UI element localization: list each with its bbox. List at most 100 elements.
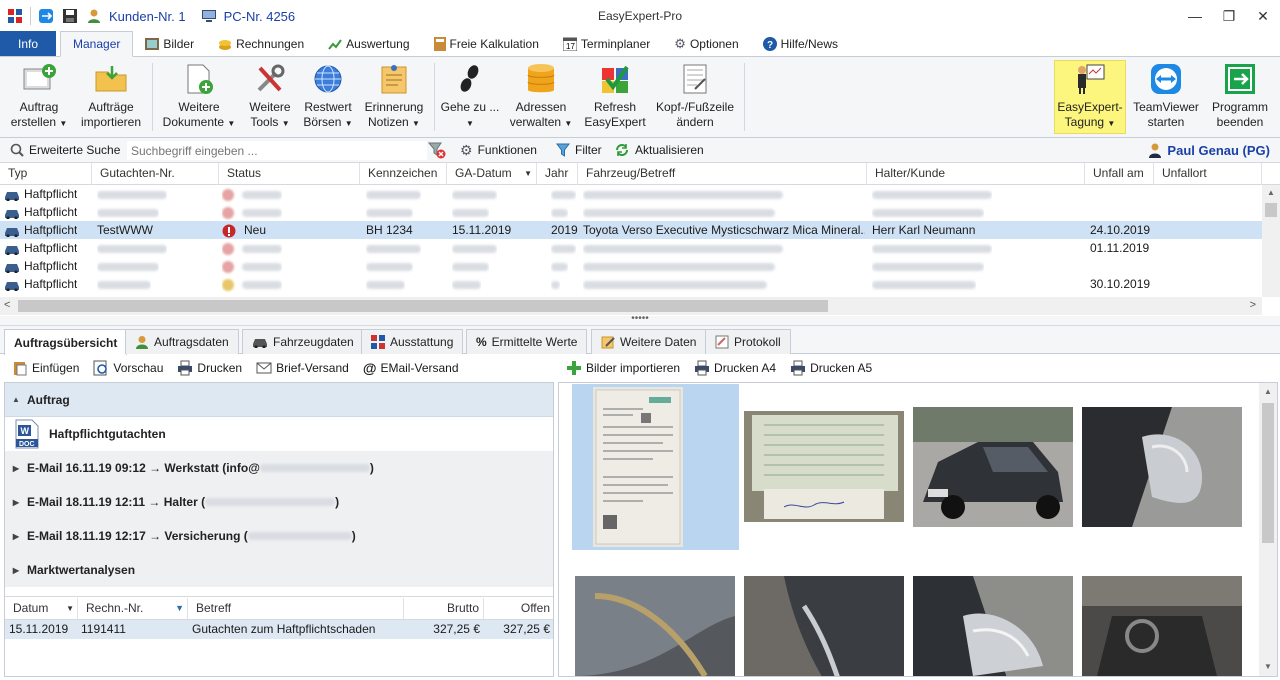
tab-hilfe[interactable]: ? Hilfe/News — [751, 31, 850, 56]
restore-icon[interactable]: ❐ — [1212, 0, 1246, 32]
teamviewer-starten-button[interactable]: TeamViewer starten — [1132, 61, 1200, 130]
expand-icon[interactable]: ▶ — [5, 566, 27, 575]
gehe-zu-button[interactable]: Gehe zu ... ▼ — [440, 61, 500, 131]
scroll-up-icon[interactable]: ▲ — [1262, 185, 1280, 201]
tab-manager[interactable]: Manager — [60, 31, 134, 57]
weitere-tools-button[interactable]: Weitere Tools ▼ — [242, 61, 298, 131]
tab-rechnungen[interactable]: Rechnungen — [206, 31, 316, 56]
bilder-importieren-button[interactable]: Bilder importieren — [566, 360, 680, 376]
tab-optionen[interactable]: ⚙ Optionen — [662, 31, 750, 56]
picture-side-damage[interactable] — [575, 576, 735, 676]
table-row[interactable]: Haftpflicht 30.10.2019 — [0, 275, 1262, 293]
drucken-button[interactable]: Drucken — [177, 360, 242, 376]
picture-car-front[interactable] — [913, 407, 1073, 527]
current-user[interactable]: Paul Genau (PG) — [1148, 142, 1270, 158]
scroll-right-icon[interactable]: > — [1250, 299, 1256, 311]
tab-terminplaner[interactable]: 17 Terminplaner — [551, 31, 662, 56]
tab-fahrzeugdaten[interactable]: Fahrzeugdaten — [242, 329, 364, 354]
brief-versand-button[interactable]: Brief-Versand — [256, 361, 349, 375]
minimize-icon[interactable]: — — [1178, 0, 1212, 32]
column-header-halter[interactable]: Halter/Kunde — [867, 163, 1085, 185]
table-row[interactable]: Haftpflicht TestWWW Neu BH 1234 15.11.2019 20… — [0, 221, 1262, 239]
scroll-down-icon[interactable]: ▼ — [1259, 658, 1277, 676]
scroll-left-icon[interactable]: < — [4, 299, 10, 311]
tab-weitere-daten[interactable]: Weitere Daten — [591, 329, 707, 354]
column-header-fahrzeug[interactable]: Fahrzeug/Betreff — [578, 163, 867, 185]
funktionen-button[interactable]: ⚙ Funktionen — [460, 143, 537, 157]
scroll-thumb[interactable] — [1262, 403, 1274, 543]
tree-item-email-werkstatt[interactable]: ▶ E-Mail 16.11.19 09:12 → Werkstatt (inf… — [5, 451, 553, 485]
expand-icon[interactable]: ▶ — [5, 498, 27, 507]
invoice-column-brutto[interactable]: Brutto — [404, 598, 484, 620]
expand-icon[interactable]: ▶ — [5, 464, 27, 473]
tab-freie-kalkulation[interactable]: Freie Kalkulation — [422, 31, 551, 56]
picture-car-interior[interactable] — [1082, 576, 1242, 676]
restwert-boersen-button[interactable]: Restwert Börsen ▼ — [302, 61, 354, 131]
expand-icon[interactable]: ▶ — [5, 532, 27, 541]
search-input[interactable] — [127, 141, 427, 160]
tab-auftragsdaten[interactable]: Auftragsdaten — [125, 329, 239, 354]
erinnerung-notizen-button[interactable]: Erinnerung Notizen ▼ — [360, 61, 428, 131]
horizontal-scroll-thumb[interactable] — [18, 300, 828, 312]
picture-fender-damage[interactable] — [744, 576, 904, 676]
table-row[interactable]: Haftpflicht — [0, 203, 1262, 221]
app-logo-icon[interactable] — [6, 7, 24, 25]
column-header-jahr[interactable]: Jahr — [537, 163, 578, 185]
tree-item-haftpflichtgutachten[interactable]: W DOC Haftpflichtgutachten — [5, 417, 553, 451]
kopf-fusszeile-button[interactable]: Kopf-/Fußzeile ändern — [652, 61, 738, 130]
table-row[interactable]: Haftpflicht — [0, 257, 1262, 275]
close-icon[interactable]: ✕ — [1246, 0, 1280, 32]
scroll-up-icon[interactable]: ▲ — [1259, 383, 1277, 401]
pc-number[interactable]: PC-Nr. 4256 — [224, 9, 296, 24]
refresh-easyexpert-button[interactable]: Refresh EasyExpert — [582, 61, 648, 130]
einfuegen-button[interactable]: Einfügen — [12, 360, 79, 376]
invoice-column-offen[interactable]: Offen — [484, 598, 553, 620]
customer-number[interactable]: Kunden-Nr. 1 — [109, 9, 186, 24]
invoice-column-betreff[interactable]: Betreff — [188, 598, 404, 620]
column-header-status[interactable]: Status — [219, 163, 360, 185]
picture-headlight-closeup[interactable] — [913, 576, 1073, 676]
aktualisieren-button[interactable]: Aktualisieren — [614, 143, 704, 157]
adressen-verwalten-button[interactable]: Adressen verwalten ▼ — [508, 61, 574, 131]
tab-ausstattung[interactable]: Ausstattung — [361, 329, 464, 354]
email-versand-button[interactable]: @ EMail-Versand — [363, 360, 459, 376]
tab-protokoll[interactable]: Protokoll — [705, 329, 791, 354]
auftrag-erstellen-button[interactable]: Auftrag erstellen ▼ — [8, 61, 70, 131]
drucken-a5-button[interactable]: Drucken A5 — [790, 360, 872, 376]
clear-filter-icon[interactable] — [427, 141, 446, 162]
picture-headlight[interactable] — [1082, 407, 1242, 527]
tab-info[interactable]: Info — [0, 31, 57, 56]
column-header-typ[interactable]: Typ — [0, 163, 92, 185]
picture-registration-papers[interactable] — [744, 411, 904, 522]
invoice-row[interactable]: 15.11.2019 1191411 Gutachten zum Haftpfl… — [5, 620, 553, 639]
tree-item-marktwertanalysen[interactable]: ▶ Marktwertanalysen — [5, 553, 553, 587]
tab-ermittelte-werte[interactable]: % Ermittelte Werte — [466, 329, 588, 354]
advanced-search-button[interactable]: Erweiterte Suche — [10, 143, 120, 157]
easyexpert-tagung-button[interactable]: EasyExpert- Tagung ▼ — [1054, 60, 1126, 134]
tab-auftragsuebersicht[interactable]: Auftragsübersicht — [4, 329, 128, 355]
refresh-icon[interactable] — [37, 7, 55, 25]
pictures-scrollbar[interactable]: ▲ ▼ — [1259, 383, 1277, 676]
tree-item-email-halter[interactable]: ▶ E-Mail 18.11.19 12:11 → Halter () — [5, 485, 553, 519]
column-header-kennzeichen[interactable]: Kennzeichen — [360, 163, 447, 185]
tree-item-email-versicherung[interactable]: ▶ E-Mail 18.11.19 12:17 → Versicherung (… — [5, 519, 553, 553]
column-header-unfallort[interactable]: Unfallort — [1154, 163, 1262, 185]
column-header-ga-datum[interactable]: GA-Datum ▼ — [447, 163, 537, 185]
column-header-gutachten-nr[interactable]: Gutachten-Nr. — [92, 163, 219, 185]
save-icon[interactable] — [61, 7, 79, 25]
invoice-column-datum[interactable]: Datum ▼ — [5, 598, 78, 620]
table-row[interactable]: Haftpflicht 01.11.2019 — [0, 239, 1262, 257]
filter-button[interactable]: Filter — [556, 143, 602, 157]
picture-document-scan[interactable] — [593, 387, 683, 547]
tab-bilder[interactable]: Bilder — [133, 31, 206, 56]
tab-auswertung[interactable]: Auswertung — [316, 31, 421, 56]
filter-icon[interactable]: ▼ — [175, 598, 184, 619]
panel-splitter[interactable]: ••••• — [0, 314, 1280, 326]
collapse-icon[interactable]: ▲ — [5, 395, 27, 404]
scroll-thumb[interactable] — [1265, 203, 1277, 217]
table-row[interactable]: Haftpflicht — [0, 185, 1262, 203]
drucken-a4-button[interactable]: Drucken A4 — [694, 360, 776, 376]
vorschau-button[interactable]: Vorschau — [93, 360, 163, 376]
weitere-dokumente-button[interactable]: Weitere Dokumente ▼ — [160, 61, 238, 131]
column-header-unfall-am[interactable]: Unfall am — [1085, 163, 1154, 185]
